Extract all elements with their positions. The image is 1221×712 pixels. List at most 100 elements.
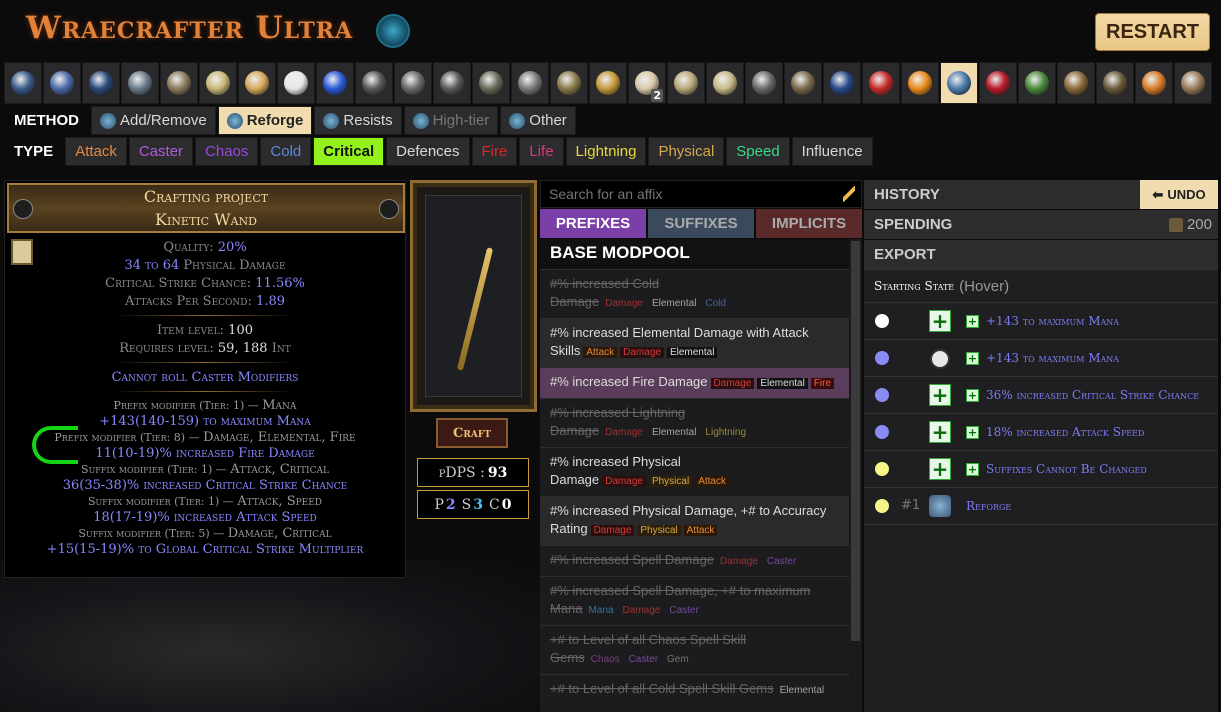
currency-alchemy[interactable] <box>160 62 198 104</box>
type-lightning-button[interactable]: Lightning <box>565 137 647 166</box>
spending-label: SPENDING <box>874 216 953 233</box>
modpool-row[interactable]: #% increased Physical Damage Damage Physic… <box>540 447 849 496</box>
mod-label: Prefix modifier (Tier: 1) — Mana <box>113 398 297 413</box>
currency-essence[interactable] <box>394 62 432 104</box>
currency-orb-29[interactable] <box>1096 62 1134 104</box>
type-life-button[interactable]: Life <box>519 137 564 166</box>
currency-orb-19[interactable] <box>706 62 744 104</box>
mod-tag: Lightning <box>705 427 747 438</box>
tab-prefixes[interactable]: PREFIXES <box>540 209 646 238</box>
type-speed-button[interactable]: Speed <box>726 137 790 166</box>
currency-annulment[interactable] <box>316 62 354 104</box>
reforge-icon <box>226 112 243 129</box>
pencil-icon <box>843 186 855 202</box>
type-critical-button[interactable]: Critical <box>313 137 385 166</box>
currency-regal[interactable] <box>121 62 159 104</box>
mod-text: +15(15-19)% to Global Critical Strike Mu… <box>46 542 364 557</box>
modpool-row[interactable]: #% increased Fire Damage Damage Elemental F… <box>540 367 849 398</box>
modpool-row[interactable]: #% increased Spell Damage, +# to maximum… <box>540 576 849 625</box>
annotation-mark <box>32 426 78 464</box>
chaos-icon <box>206 71 230 95</box>
history-row[interactable]: + +36% increased Critical Strike Chance <box>864 377 1218 414</box>
currency-fossil-1[interactable] <box>433 62 471 104</box>
type-cold-button[interactable]: Cold <box>260 137 312 166</box>
currency-orb-30[interactable] <box>1135 62 1173 104</box>
method-reforge-button[interactable]: Reforge <box>217 106 313 135</box>
scrollbar-thumb[interactable] <box>851 241 860 641</box>
history-row[interactable]: + + +143 to maximum Mana <box>864 303 1218 340</box>
item-panel: Crafting project Kinetic Wand Quality: 2… <box>4 180 406 578</box>
currency-orb-17[interactable]: 2 <box>628 62 666 104</box>
currency-exalted[interactable] <box>238 62 276 104</box>
currency-chaos[interactable] <box>199 62 237 104</box>
starting-state[interactable]: Starting State (Hover) <box>864 270 1218 303</box>
orb-icon <box>930 349 950 369</box>
type-physical-button[interactable]: Physical <box>648 137 725 166</box>
tab-suffixes[interactable]: SUFFIXES <box>648 209 754 238</box>
history-row[interactable]: #1 Reforge <box>864 488 1218 525</box>
currency-scour[interactable] <box>355 62 393 104</box>
orb-30-icon <box>1142 71 1166 95</box>
type-influence-button[interactable]: Influence <box>791 137 873 166</box>
mod-tag: Physical <box>648 476 693 487</box>
method-resists-button[interactable]: Resists <box>314 106 402 135</box>
currency-orb-28[interactable] <box>1057 62 1095 104</box>
currency-orb-24[interactable] <box>901 62 939 104</box>
exalted-icon <box>245 71 269 95</box>
type-caster-button[interactable]: Caster <box>128 137 194 166</box>
currency-fossil-3[interactable] <box>511 62 549 104</box>
currency-augmentation[interactable] <box>82 62 120 104</box>
modpool-row[interactable]: #% increased Elemental Damage with Attac… <box>540 318 849 367</box>
modpool-row[interactable]: +# to Level of all Chaos Spell Skill Gem… <box>540 625 849 674</box>
type-label: TYPE <box>14 143 54 160</box>
currency-orb-23[interactable] <box>862 62 900 104</box>
type-fire-button[interactable]: Fire <box>471 137 518 166</box>
type-attack-button[interactable]: Attack <box>65 137 127 166</box>
history-row[interactable]: + + Suffixes Cannot Be Changed <box>864 451 1218 488</box>
modpool-row[interactable]: #% increased Spell Damage Damage Caster <box>540 545 849 576</box>
currency-orb-22[interactable] <box>823 62 861 104</box>
method-add-remove-button[interactable]: Add/Remove <box>91 106 216 135</box>
type-defences-button[interactable]: Defences <box>386 137 470 166</box>
currency-fossil-4[interactable] <box>550 62 588 104</box>
undo-button[interactable]: ⬅ UNDO <box>1140 180 1218 209</box>
restart-button[interactable]: RESTART <box>1095 13 1210 51</box>
plus-small-icon: + <box>966 426 979 439</box>
history-row[interactable]: + +18% increased Attack Speed <box>864 414 1218 451</box>
craft-button[interactable]: Craft <box>436 418 508 448</box>
currency-transmute[interactable] <box>4 62 42 104</box>
currency-strip: 2 <box>4 62 1218 104</box>
currency-reforge-bench[interactable] <box>940 62 978 104</box>
currency-orb-21[interactable] <box>784 62 822 104</box>
modpool-row[interactable]: #% increased Physical Damage, +# to Accu… <box>540 496 849 545</box>
modpool-row[interactable]: #% increased Lightning Damage Damage Eleme… <box>540 398 849 447</box>
crit-line: Critical Strike Chance: 11.56% <box>105 276 305 291</box>
modpool-row[interactable]: +# to Level of all Cold Spell Skill Gems… <box>540 674 849 705</box>
method-other-button[interactable]: Other <box>500 106 576 135</box>
currency-orb-27[interactable] <box>1018 62 1056 104</box>
shaper-icon <box>13 199 33 219</box>
currency-orb-31[interactable] <box>1174 62 1212 104</box>
export-row[interactable]: EXPORT <box>864 240 1218 269</box>
history-dot <box>875 351 889 365</box>
type-chaos-button[interactable]: Chaos <box>195 137 259 166</box>
modpool-row[interactable]: #% increased Cold Damage Damage Elemental C… <box>540 269 849 318</box>
modpool-scrollbar[interactable] <box>849 239 862 712</box>
spending-row[interactable]: SPENDING 200 <box>864 210 1218 239</box>
mod-tag: Attack <box>583 347 618 358</box>
currency-divine[interactable] <box>277 62 315 104</box>
history-text: Reforge <box>966 499 1012 513</box>
currency-orb-20[interactable] <box>745 62 783 104</box>
method-high-tier-button[interactable]: High-tier <box>403 106 499 135</box>
scour-icon <box>362 71 386 95</box>
currency-orb-26[interactable] <box>979 62 1017 104</box>
app-title: Wraecrafter Ultra <box>26 10 354 46</box>
currency-orb-16[interactable] <box>589 62 627 104</box>
tab-implicits[interactable]: IMPLICITS <box>756 209 862 238</box>
spending-value-group: 200 <box>1168 216 1212 233</box>
currency-orb-18[interactable] <box>667 62 705 104</box>
currency-fossil-2[interactable] <box>472 62 510 104</box>
currency-alteration[interactable] <box>43 62 81 104</box>
affix-search-input[interactable] <box>549 186 829 202</box>
history-row[interactable]: + +143 to maximum Mana <box>864 340 1218 377</box>
